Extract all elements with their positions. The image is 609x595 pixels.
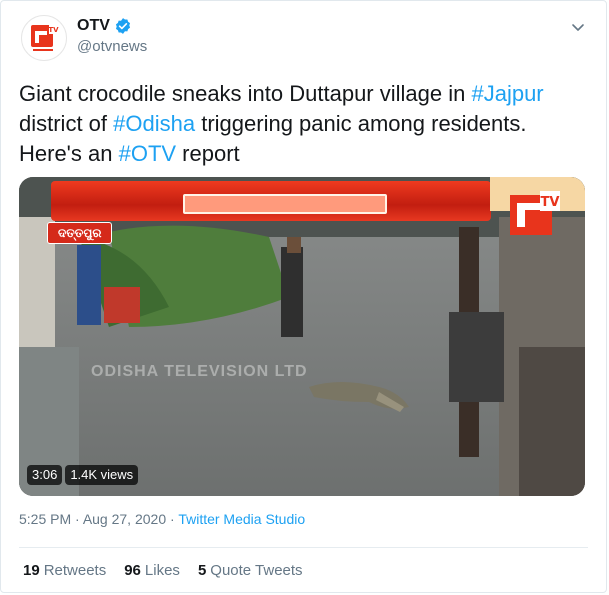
video-duration: 3:06 <box>27 465 63 485</box>
banner-box <box>183 194 387 214</box>
quote-tweets-count: 5 <box>197 562 207 579</box>
tweet-date[interactable]: Aug 27, 2020 <box>83 511 166 527</box>
hashtag-link[interactable]: #Jajpur <box>471 81 543 106</box>
likes-label: Likes <box>144 562 180 579</box>
chevron-down-icon[interactable] <box>568 17 588 37</box>
tweet-text-segment: report <box>176 141 240 166</box>
news-banner <box>51 181 491 221</box>
location-tag: ଦତ୍ତପୁର <box>47 222 113 244</box>
video-meta: 3:06 1.4K views <box>27 465 139 485</box>
svg-text:TV: TV <box>48 26 59 34</box>
tweet-source-link[interactable]: Twitter Media Studio <box>178 511 305 527</box>
divider <box>19 547 588 548</box>
tweet-stats: 19 Retweets 96 Likes 5 Quote Tweets <box>23 562 303 579</box>
retweets-stat[interactable]: 19 Retweets <box>23 562 106 579</box>
display-name[interactable]: OTV <box>77 17 110 35</box>
video-watermark: ODISHA TELEVISION LTD <box>91 363 308 380</box>
handle[interactable]: @otvnews <box>77 38 147 55</box>
author-name-row[interactable]: OTV <box>77 17 132 35</box>
hashtag-link[interactable]: #Odisha <box>113 111 195 136</box>
meta-separator: · <box>71 511 83 527</box>
meta-separator: · <box>166 511 179 527</box>
verified-badge-icon <box>115 18 130 34</box>
retweets-label: Retweets <box>43 562 107 579</box>
likes-count: 96 <box>124 562 141 579</box>
tweet-text: Giant crocodile sneaks into Duttapur vil… <box>19 79 584 169</box>
tweet-time[interactable]: 5:25 PM <box>19 511 71 527</box>
tweet-text-segment: Giant crocodile sneaks into Duttapur vil… <box>19 81 472 106</box>
video-views: 1.4K views <box>65 465 139 485</box>
tweet-meta: 5:25 PM · Aug 27, 2020 · Twitter Media S… <box>19 511 305 527</box>
quote-tweets-stat[interactable]: 5 Quote Tweets <box>198 562 303 579</box>
otv-logo-icon: TV <box>31 24 59 51</box>
hashtag-link[interactable]: #OTV <box>119 141 176 166</box>
quote-tweets-label: Quote Tweets <box>210 562 303 579</box>
avatar[interactable]: TV <box>21 15 67 61</box>
retweets-count: 19 <box>23 562 40 579</box>
tweet-text-segment: district of <box>19 111 114 136</box>
otv-channel-logo-icon: TV <box>490 177 585 235</box>
likes-stat[interactable]: 96 Likes <box>124 562 180 579</box>
tweet-card: TV OTV @otvnews Giant crocodile sneaks i… <box>0 0 607 593</box>
svg-text:TV: TV <box>541 195 560 210</box>
video-player[interactable]: ଦତ୍ତପୁର ODISHA TELEVISION LTD TV 3:06 1.… <box>19 177 585 496</box>
